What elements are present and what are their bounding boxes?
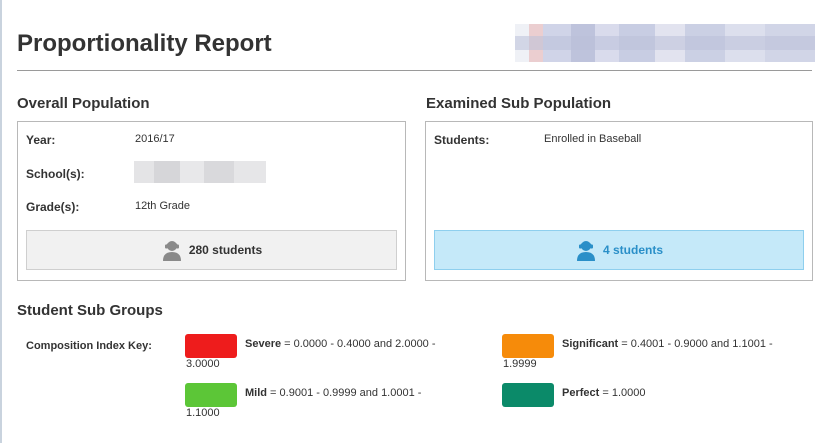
student-sub-groups-heading: Student Sub Groups — [17, 302, 163, 319]
mild-key-text-wrap: 1.1000 — [186, 407, 220, 419]
perfect-swatch — [502, 383, 554, 407]
left-border — [0, 0, 2, 443]
severe-key-text: Severe = 0.0000 - 0.4000 and 2.0000 - — [245, 338, 436, 350]
school-label: School(s): — [26, 167, 85, 181]
year-value: 2016/17 — [135, 133, 175, 145]
overall-count-label: 280 students — [188, 243, 263, 257]
students-value: Enrolled in Baseball — [544, 133, 642, 145]
grade-label: Grade(s): — [26, 200, 80, 214]
severe-key-text-wrap: 3.0000 — [186, 358, 220, 370]
grade-value: 12th Grade — [135, 200, 191, 212]
examined-count-button[interactable]: 4 students — [434, 230, 804, 270]
perfect-key-text: Perfect = 1.0000 — [562, 387, 646, 399]
year-label: Year: — [26, 133, 56, 147]
significant-key-text-wrap: 1.9999 — [503, 358, 537, 370]
person-icon — [575, 239, 597, 261]
composition-index-key-label: Composition Index Key: — [26, 340, 152, 352]
redacted-header-info — [515, 24, 815, 62]
title-divider — [17, 70, 812, 71]
examined-count-label: 4 students — [602, 243, 663, 257]
examined-population-heading: Examined Sub Population — [426, 95, 612, 112]
redacted-school-value — [134, 161, 266, 183]
overall-population-heading: Overall Population — [17, 95, 150, 112]
mild-key-text: Mild = 0.9001 - 0.9999 and 1.0001 - — [245, 387, 422, 399]
page-title: Proportionality Report — [17, 30, 272, 57]
person-icon — [161, 239, 183, 261]
students-label: Students: — [434, 133, 490, 147]
overall-count-button[interactable]: 280 students — [26, 230, 397, 270]
significant-key-text: Significant = 0.4001 - 0.9000 and 1.1001… — [562, 338, 773, 350]
